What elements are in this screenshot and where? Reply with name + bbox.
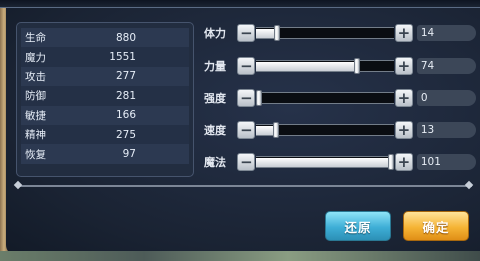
decrease-button[interactable]: − [237, 56, 256, 75]
stat-value: 880 [115, 31, 136, 44]
slider-value: 13 [416, 122, 476, 138]
stat-value: 281 [115, 89, 136, 102]
slider-value: 101 [416, 154, 476, 170]
slider-track[interactable] [256, 122, 395, 138]
minus-icon: − [240, 88, 253, 107]
minus-icon: − [240, 120, 253, 139]
slider-thumb[interactable] [256, 90, 263, 106]
decrease-button[interactable]: − [237, 88, 256, 107]
slider-label: 强度 [204, 92, 226, 105]
plus-icon: + [397, 56, 411, 75]
stat-value: 97 [122, 148, 136, 161]
slider-label: 速度 [204, 124, 226, 137]
slider-label: 力量 [204, 60, 226, 73]
plus-icon: + [397, 120, 411, 139]
slider-value: 74 [416, 58, 476, 74]
top-rule [0, 0, 480, 8]
reset-button[interactable]: 还原 [325, 211, 391, 241]
stat-row-mp: 魔力 1551 [21, 47, 189, 67]
stat-name: 敏捷 [25, 109, 46, 122]
stat-row-attack: 攻击 277 [21, 66, 189, 87]
confirm-button[interactable]: 确定 [403, 211, 469, 241]
slider-fill [256, 158, 392, 167]
stat-row-defense: 防御 281 [21, 86, 189, 106]
slider-row-strength: 力量 − + 74 [204, 56, 476, 76]
stat-name: 精神 [25, 129, 46, 142]
stat-name: 防御 [25, 90, 46, 103]
slider-row-stamina: 体力 − + 14 [204, 23, 476, 43]
stats-table: 生命 880 魔力 1551 攻击 277 防御 281 敏捷 166 精神 2… [16, 22, 194, 177]
minus-icon: − [240, 56, 253, 75]
increase-button[interactable]: + [395, 153, 413, 171]
section-divider [16, 185, 472, 187]
increase-button[interactable]: + [395, 24, 413, 42]
slider-track[interactable] [256, 90, 395, 106]
plus-icon: + [397, 152, 411, 171]
stat-row-agility: 敏捷 166 [21, 105, 189, 125]
slider-track[interactable] [256, 154, 395, 170]
slider-thumb[interactable] [354, 58, 361, 74]
increase-button[interactable]: + [395, 57, 413, 75]
slider-value: 14 [416, 25, 476, 41]
slider-thumb[interactable] [388, 154, 395, 170]
stat-value: 1551 [109, 51, 136, 64]
stat-row-spirit: 精神 275 [21, 124, 189, 145]
stat-row-recovery: 恢复 97 [21, 144, 189, 164]
bottom-scenery-strip [0, 251, 480, 261]
minus-icon: − [240, 152, 253, 171]
minus-icon: − [240, 23, 253, 42]
slider-value: 0 [416, 90, 476, 106]
stat-name: 魔力 [25, 51, 46, 64]
stat-value: 277 [115, 70, 136, 83]
slider-label: 体力 [204, 27, 226, 40]
slider-thumb[interactable] [273, 122, 280, 138]
increase-button[interactable]: + [395, 89, 413, 107]
decrease-button[interactable]: − [237, 152, 256, 171]
slider-row-magic: 魔法 − + 101 [204, 152, 476, 172]
stat-name: 生命 [25, 32, 46, 45]
stat-row-hp: 生命 880 [21, 28, 189, 48]
slider-label: 魔法 [204, 156, 226, 169]
plus-icon: + [397, 23, 411, 42]
stat-name: 恢复 [25, 148, 46, 161]
increase-button[interactable]: + [395, 121, 413, 139]
stat-value: 275 [115, 128, 136, 141]
decrease-button[interactable]: − [237, 23, 256, 42]
stat-value: 166 [115, 109, 136, 122]
slider-row-speed: 速度 − + 13 [204, 120, 476, 140]
slider-row-toughness: 强度 − + 0 [204, 88, 476, 108]
slider-fill [256, 62, 358, 71]
slider-track[interactable] [256, 58, 395, 74]
stat-name: 攻击 [25, 70, 46, 83]
slider-track[interactable] [256, 25, 395, 41]
decrease-button[interactable]: − [237, 120, 256, 139]
slider-thumb[interactable] [274, 25, 281, 41]
plus-icon: + [397, 88, 411, 107]
